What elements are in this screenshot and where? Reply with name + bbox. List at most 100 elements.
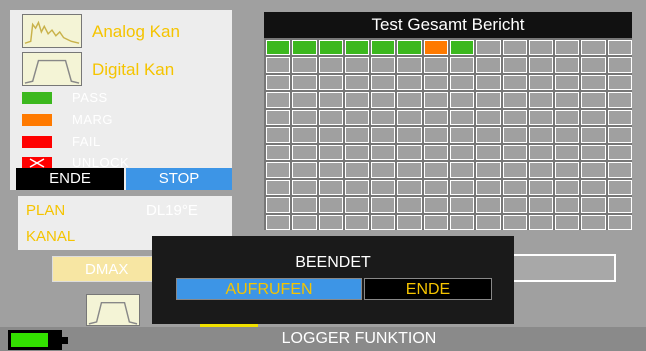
report-cell	[344, 127, 370, 143]
fail-label: FAIL	[72, 134, 101, 149]
report-cell	[344, 92, 370, 108]
report-cell	[555, 197, 580, 213]
report-cell	[318, 109, 343, 126]
report-cell	[423, 179, 448, 196]
report-cell	[555, 92, 580, 108]
report-cell	[292, 92, 317, 108]
report-cell	[266, 74, 291, 91]
report-cell	[555, 179, 580, 196]
report-cell	[344, 214, 370, 230]
report-cell	[266, 127, 291, 143]
report-cell	[292, 127, 317, 143]
report-cell	[607, 144, 632, 161]
report-cell	[528, 74, 554, 91]
report-cell	[344, 144, 370, 161]
report-cell	[581, 214, 606, 230]
report-cell	[528, 57, 554, 73]
report-cell	[450, 40, 475, 56]
report-cell	[581, 109, 606, 126]
report-cell	[397, 57, 422, 73]
report-cell	[607, 179, 632, 196]
report-cell	[555, 57, 580, 73]
report-cell	[397, 92, 422, 108]
report-cell	[397, 127, 422, 143]
report-cell	[266, 109, 291, 126]
report-cell	[555, 214, 580, 230]
report-cell	[266, 214, 291, 230]
report-cell	[397, 144, 422, 161]
report-title: Test Gesamt Bericht	[264, 12, 632, 38]
report-cell	[555, 109, 580, 126]
report-cell	[292, 197, 317, 213]
analog-channel-label: Analog Kan	[92, 22, 180, 41]
report-cell	[450, 57, 475, 73]
report-cell	[344, 109, 370, 126]
report-cell	[555, 74, 580, 91]
digital-spectrum-icon	[22, 52, 82, 86]
end-button[interactable]: ENDE	[364, 278, 492, 300]
marg-label: MARG	[72, 112, 113, 127]
report-cell	[528, 197, 554, 213]
report-cell	[371, 144, 396, 161]
report-cell	[476, 40, 501, 56]
report-cell	[397, 74, 422, 91]
report-cell	[607, 214, 632, 230]
report-cell	[292, 162, 317, 178]
report-cell	[581, 74, 606, 91]
measure-bar	[500, 254, 616, 282]
report-cell	[423, 144, 448, 161]
report-cell	[528, 214, 554, 230]
report-cell	[371, 127, 396, 143]
report-cell	[318, 162, 343, 178]
report-cell	[423, 127, 448, 143]
report-cell	[371, 162, 396, 178]
finished-dialog: BEENDET AUFRUFEN ENDE	[152, 236, 514, 324]
report-cell	[344, 197, 370, 213]
report-cell	[318, 214, 343, 230]
report-cell	[450, 92, 475, 108]
report-cell	[476, 214, 501, 230]
report-cell	[344, 179, 370, 196]
dmax-label: DMAX	[52, 256, 162, 282]
report-cell	[502, 57, 527, 73]
report-cell	[371, 40, 396, 56]
report-cell	[266, 57, 291, 73]
ende-button[interactable]: ENDE	[16, 168, 124, 190]
report-cell	[318, 144, 343, 161]
report-cell	[581, 40, 606, 56]
battery-icon	[8, 330, 68, 350]
report-cell	[607, 74, 632, 91]
report-cell	[397, 162, 422, 178]
report-cell	[266, 92, 291, 108]
report-cell	[607, 92, 632, 108]
report-cell	[555, 162, 580, 178]
report-cell	[476, 144, 501, 161]
recall-button[interactable]: AUFRUFEN	[176, 278, 362, 300]
report-cell	[371, 197, 396, 213]
report-cell	[423, 74, 448, 91]
report-cell	[292, 179, 317, 196]
report-cell	[502, 40, 527, 56]
report-cell	[502, 197, 527, 213]
report-cell	[528, 92, 554, 108]
report-cell	[397, 40, 422, 56]
report-cell	[450, 162, 475, 178]
report-cell	[581, 92, 606, 108]
report-cell	[423, 214, 448, 230]
report-cell	[581, 57, 606, 73]
status-title: LOGGER FUNKTION	[281, 330, 437, 347]
report-cell	[423, 197, 448, 213]
report-cell	[555, 144, 580, 161]
report-cell	[344, 40, 370, 56]
plan-value: DL19°E	[146, 202, 198, 219]
report-cell	[292, 40, 317, 56]
report-cell	[397, 179, 422, 196]
report-cell	[502, 109, 527, 126]
report-cell	[371, 214, 396, 230]
report-cell	[450, 74, 475, 91]
report-cell	[476, 92, 501, 108]
stop-button[interactable]: STOP	[126, 168, 232, 190]
report-cell	[502, 74, 527, 91]
report-cell	[502, 92, 527, 108]
pass-label: PASS	[72, 90, 108, 105]
